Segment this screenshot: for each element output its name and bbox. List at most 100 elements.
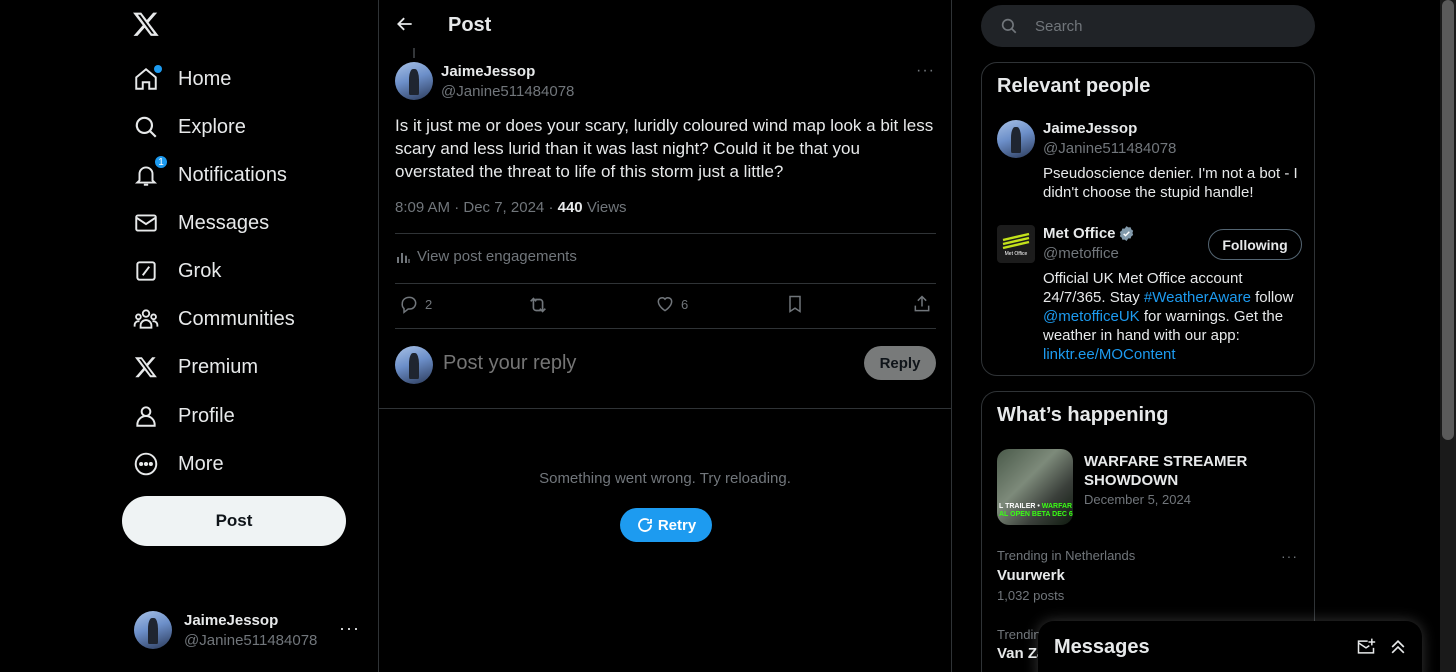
share-action[interactable]	[912, 294, 938, 314]
reply-button[interactable]: Reply	[864, 346, 936, 380]
app-root: Home Explore 1 Notifications Messages Gr…	[0, 0, 1456, 672]
post-timestamp[interactable]: 8:09 AM · Dec 7, 2024	[395, 199, 544, 216]
person-handle[interactable]: @Janine511484078	[1043, 140, 1176, 157]
person-name[interactable]: Met Office	[1043, 225, 1116, 242]
avatar[interactable]	[395, 62, 433, 100]
x-logo-icon[interactable]	[132, 10, 162, 40]
repost-icon	[530, 297, 546, 313]
expand-icon[interactable]	[1388, 637, 1408, 662]
nav-label: Communities	[178, 307, 295, 330]
nav-label: Home	[178, 67, 232, 90]
reply-composer: Reply	[395, 344, 936, 388]
person-handle[interactable]: @metoffice	[1043, 245, 1119, 262]
nav-label: Premium	[178, 355, 259, 378]
avatar[interactable]	[997, 120, 1035, 158]
nav-explore[interactable]: Explore	[132, 105, 246, 149]
new-message-icon[interactable]	[1356, 637, 1376, 662]
like-count: 6	[681, 296, 689, 312]
post-button[interactable]: Post	[122, 496, 346, 546]
nav-grok[interactable]: Grok	[132, 249, 221, 293]
refresh-icon	[637, 518, 652, 532]
more-icon[interactable]: ···	[916, 62, 935, 80]
more-circle-icon	[132, 450, 160, 478]
account-info: JaimeJessop @Janine511484078	[184, 612, 317, 649]
hashtag-link[interactable]: #WeatherAware	[1144, 289, 1251, 306]
nav-profile[interactable]: Profile	[132, 394, 235, 438]
divider	[395, 233, 936, 234]
following-button[interactable]: Following	[1208, 229, 1302, 260]
reply-count: 2	[425, 296, 433, 312]
nav-communities[interactable]: Communities	[132, 297, 295, 341]
nav-label: Explore	[178, 115, 246, 138]
nav-label: Messages	[178, 211, 270, 234]
avatar	[134, 611, 172, 649]
search-bar[interactable]	[981, 5, 1315, 47]
account-switcher[interactable]: JaimeJessop @Janine511484078 ···	[134, 606, 364, 654]
verified-badge-icon	[1119, 226, 1133, 241]
scrollbar-thumb[interactable]	[1442, 0, 1454, 440]
views-count: 440	[557, 199, 583, 216]
grok-icon	[132, 257, 160, 285]
trend-name: Vuurwerk	[997, 567, 1065, 584]
person-name[interactable]: JaimeJessop	[1043, 120, 1137, 137]
thread-line	[413, 48, 415, 58]
messages-drawer[interactable]: Messages	[1038, 621, 1422, 672]
author-handle[interactable]: @Janine511484078	[441, 83, 574, 100]
author-name[interactable]: JaimeJessop	[441, 63, 574, 80]
caption-highlight: WARFAR	[1041, 503, 1073, 510]
nav-notifications[interactable]: 1 Notifications	[132, 153, 287, 197]
mention-link[interactable]: @metofficeUK	[1043, 308, 1140, 325]
trend-context: Trendin	[997, 627, 1041, 642]
nav-label: Grok	[178, 259, 222, 282]
person-bio: Pseudoscience denier. I'm not a bot - I …	[1043, 165, 1298, 201]
person-item[interactable]: JaimeJessop @Janine511484078 Pseudoscien…	[997, 120, 1302, 210]
retry-label: Retry	[657, 516, 697, 534]
nav-label: Notifications	[178, 163, 287, 186]
relevant-people-card: Relevant people JaimeJessop @Janine51148…	[981, 62, 1315, 376]
back-arrow-icon[interactable]	[395, 14, 417, 36]
nav-messages[interactable]: Messages	[132, 201, 269, 245]
post-author[interactable]: JaimeJessop @Janine511484078	[395, 62, 574, 100]
heart-icon	[657, 297, 673, 312]
drawer-title: Messages	[1054, 636, 1150, 658]
bio-text: follow	[1250, 289, 1294, 306]
person-item[interactable]: Met Office Met Office @metoffice Followi…	[997, 225, 1302, 365]
unread-dot	[154, 65, 162, 73]
trend-title[interactable]: WARFARE STREAMER SHOWDOWN	[1084, 452, 1284, 490]
view-engagements-link[interactable]: View post engagements	[395, 248, 577, 265]
trend-date: December 5, 2024	[1084, 492, 1191, 507]
scrollbar[interactable]	[1440, 0, 1456, 672]
trend-thumbnail[interactable]: L TRAILER • WARFAR AL OPEN BETA DEC 6	[997, 449, 1073, 525]
meta-separator: ·	[548, 199, 554, 216]
repost-action[interactable]	[527, 294, 555, 316]
nav-home[interactable]: Home	[132, 57, 231, 101]
page-title: Post	[448, 14, 492, 36]
bookmark-action[interactable]	[785, 294, 811, 314]
retry-button[interactable]: Retry	[620, 508, 712, 542]
nav-more[interactable]: More	[132, 442, 224, 486]
trend-context: Trending in Netherlands	[997, 548, 1136, 563]
person-bio: Official UK Met Office account 24/7/365.…	[1043, 269, 1301, 364]
main-column: Post JaimeJessop @Janine511484078 ··· Is…	[378, 0, 952, 672]
author-info: JaimeJessop @Janine511484078	[441, 63, 574, 100]
nav-label: More	[178, 452, 224, 475]
post-text: Is it just me or does your scary, luridl…	[395, 116, 934, 181]
search-icon	[1001, 18, 1017, 34]
nav-premium[interactable]: Premium	[132, 345, 258, 389]
person-icon	[132, 402, 160, 430]
search-icon	[132, 113, 160, 141]
mail-icon	[132, 209, 160, 237]
met-office-logo[interactable]: Met Office	[997, 225, 1035, 263]
search-input[interactable]	[1035, 17, 1285, 35]
post-actions: 2 6	[395, 294, 936, 320]
reply-action[interactable]: 2	[399, 294, 432, 314]
url-link[interactable]: linktr.ee/MOContent	[1043, 346, 1176, 363]
met-office-logo-icon	[1002, 232, 1030, 249]
views-label: Views	[586, 199, 627, 216]
reply-input[interactable]	[443, 352, 823, 375]
share-icon	[914, 295, 930, 312]
card-title: Relevant people	[997, 75, 1151, 97]
more-icon[interactable]: ···	[339, 618, 360, 639]
like-action[interactable]: 6	[655, 294, 688, 314]
more-icon[interactable]: ···	[1281, 548, 1298, 564]
